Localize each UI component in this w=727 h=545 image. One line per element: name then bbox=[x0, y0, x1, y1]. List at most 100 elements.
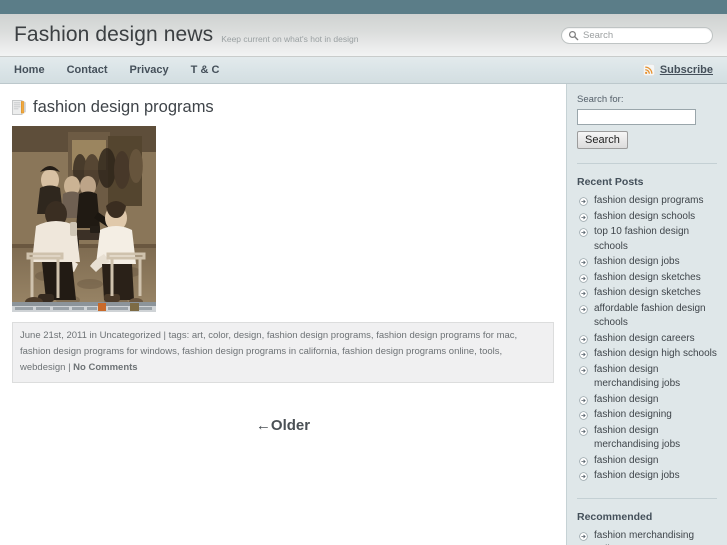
header-search-input[interactable] bbox=[583, 29, 706, 41]
list-item-label[interactable]: affordable fashion design schools bbox=[594, 302, 717, 331]
nav-item-contact[interactable]: Contact bbox=[67, 64, 108, 76]
nav-item-terms[interactable]: T & C bbox=[191, 64, 220, 76]
tag-comma: , bbox=[228, 330, 231, 341]
tag-link[interactable]: art bbox=[192, 330, 203, 341]
list-item-label[interactable]: fashion design jobs bbox=[594, 255, 680, 270]
document-icon bbox=[12, 100, 26, 115]
arrow-circle-right-icon bbox=[579, 289, 588, 298]
sidebar-search-label: Search for: bbox=[577, 94, 624, 105]
list-item-label[interactable]: fashion merchandising online bbox=[594, 529, 717, 545]
arrow-circle-right-icon bbox=[579, 212, 588, 222]
list-item-label[interactable]: top 10 fashion design schools bbox=[594, 225, 717, 254]
header-search bbox=[561, 26, 713, 44]
arrow-circle-right-icon bbox=[579, 365, 588, 375]
search-icon bbox=[568, 30, 579, 40]
post-photo-illustration bbox=[12, 126, 156, 312]
list-item-label[interactable]: fashion design merchandising jobs bbox=[594, 363, 717, 392]
list-item[interactable]: fashion designing bbox=[577, 408, 717, 423]
recent-posts-heading: Recent Posts bbox=[577, 176, 644, 188]
older-posts-link[interactable]: ←Older bbox=[256, 417, 310, 434]
list-item[interactable]: fashion design schools bbox=[577, 210, 717, 225]
tag-comma: , bbox=[202, 330, 206, 341]
nav-item-home[interactable]: Home bbox=[14, 64, 45, 76]
list-item-label[interactable]: fashion design careers bbox=[594, 332, 695, 347]
arrow-circle-right-icon bbox=[579, 228, 588, 237]
recommended-list: fashion merchandising online fashion des… bbox=[577, 529, 717, 545]
subscribe-link[interactable]: Subscribe bbox=[642, 64, 713, 76]
meta-separator-2: | bbox=[68, 362, 71, 373]
tag-link[interactable]: tools bbox=[479, 346, 499, 357]
subscribe-label: Subscribe bbox=[659, 64, 713, 76]
arrow-circle-right-icon bbox=[579, 334, 588, 344]
list-item[interactable]: fashion design careers bbox=[577, 332, 717, 347]
post-category[interactable]: Uncategorized bbox=[100, 330, 161, 341]
tag-link[interactable]: webdesign bbox=[20, 362, 65, 373]
list-item-label[interactable]: fashion design sketches bbox=[594, 271, 701, 286]
list-item[interactable]: fashion merchandising online bbox=[577, 529, 717, 545]
page-body: fashion design programs June 21st, 2011 … bbox=[0, 84, 727, 545]
arrow-circle-right-icon bbox=[579, 472, 588, 481]
list-item[interactable]: fashion design sketches bbox=[577, 271, 717, 286]
post-meta: June 21st, 2011 in Uncategorized | tags:… bbox=[12, 322, 554, 383]
list-item[interactable]: fashion design bbox=[577, 454, 717, 469]
list-item-label[interactable]: fashion design high schools bbox=[594, 347, 717, 362]
pagination: ←Older bbox=[12, 417, 554, 434]
tag-comma: , bbox=[474, 346, 477, 357]
arrow-circle-right-icon bbox=[579, 350, 588, 359]
post-title-text[interactable]: fashion design programs bbox=[33, 98, 214, 117]
list-item[interactable]: affordable fashion design schools bbox=[577, 302, 717, 331]
post-title: fashion design programs bbox=[12, 98, 554, 117]
tag-link[interactable]: fashion design programs for windows bbox=[20, 346, 177, 357]
tag-comma: , bbox=[514, 330, 518, 341]
nav-item-privacy[interactable]: Privacy bbox=[130, 64, 169, 76]
page-top-background bbox=[0, 0, 727, 14]
arrow-circle-right-icon bbox=[579, 304, 588, 314]
site-masthead: Fashion design news Keep current on what… bbox=[0, 14, 727, 57]
tag-comma: , bbox=[370, 330, 374, 341]
arrow-circle-right-icon bbox=[579, 531, 588, 541]
sidebar-search-button[interactable]: Search bbox=[577, 131, 628, 149]
arrow-circle-right-icon bbox=[579, 456, 588, 466]
tag-link[interactable]: fashion design programs for mac bbox=[376, 330, 514, 341]
list-item[interactable]: fashion design bbox=[577, 393, 717, 408]
list-item[interactable]: fashion design jobs bbox=[577, 469, 717, 484]
list-item-label[interactable]: fashion design bbox=[594, 393, 659, 408]
list-item[interactable]: fashion design high schools bbox=[577, 347, 717, 362]
tag-link[interactable]: fashion design programs online bbox=[342, 346, 474, 357]
list-item[interactable]: fashion design merchandising jobs bbox=[577, 424, 717, 453]
list-item[interactable]: fashion design programs bbox=[577, 194, 717, 209]
list-item-label[interactable]: fashion design merchandising jobs bbox=[594, 424, 717, 453]
tag-comma: , bbox=[499, 346, 503, 357]
post-comments-link[interactable]: No Comments bbox=[73, 362, 137, 373]
post-thumbnail[interactable] bbox=[12, 126, 156, 312]
sidebar: Search for: Search Recent Posts fashion … bbox=[566, 84, 727, 545]
list-item[interactable]: fashion design jobs bbox=[577, 255, 717, 270]
list-item[interactable]: top 10 fashion design schools bbox=[577, 225, 717, 254]
arrow-circle-right-icon bbox=[579, 273, 588, 283]
main-navigation: Home Contact Privacy T & C Subscribe bbox=[0, 57, 727, 84]
list-item-label[interactable]: fashion design schools bbox=[594, 210, 695, 225]
list-item[interactable]: fashion design merchandising jobs bbox=[577, 363, 717, 392]
meta-separator-1: | bbox=[163, 330, 166, 341]
recent-posts-list: fashion design programs fashion design s… bbox=[577, 194, 717, 484]
list-item-label[interactable]: fashion design jobs bbox=[594, 469, 680, 484]
arrow-circle-right-icon bbox=[579, 395, 588, 405]
list-item-label[interactable]: fashion design programs bbox=[594, 194, 704, 209]
main-content: fashion design programs June 21st, 2011 … bbox=[0, 84, 566, 545]
browser-page: Fashion design news Keep current on what… bbox=[0, 0, 727, 545]
sidebar-search-input[interactable] bbox=[577, 109, 696, 125]
site-title: Fashion design news bbox=[14, 23, 214, 46]
header-search-box[interactable] bbox=[561, 26, 713, 44]
list-item[interactable]: fashion design sketches bbox=[577, 286, 717, 301]
list-item-label[interactable]: fashion design sketches bbox=[594, 286, 701, 301]
tag-link[interactable]: color bbox=[208, 330, 228, 341]
list-item-label[interactable]: fashion design bbox=[594, 454, 659, 469]
post-in-word: in bbox=[89, 330, 97, 341]
tag-link[interactable]: design bbox=[234, 330, 262, 341]
tag-link[interactable]: fashion design programs in california bbox=[182, 346, 337, 357]
arrow-circle-right-icon bbox=[579, 411, 588, 420]
tag-link[interactable]: fashion design programs bbox=[267, 330, 371, 341]
tag-comma: , bbox=[176, 346, 180, 357]
list-item-label[interactable]: fashion designing bbox=[594, 408, 672, 423]
arrow-circle-right-icon bbox=[579, 258, 588, 267]
